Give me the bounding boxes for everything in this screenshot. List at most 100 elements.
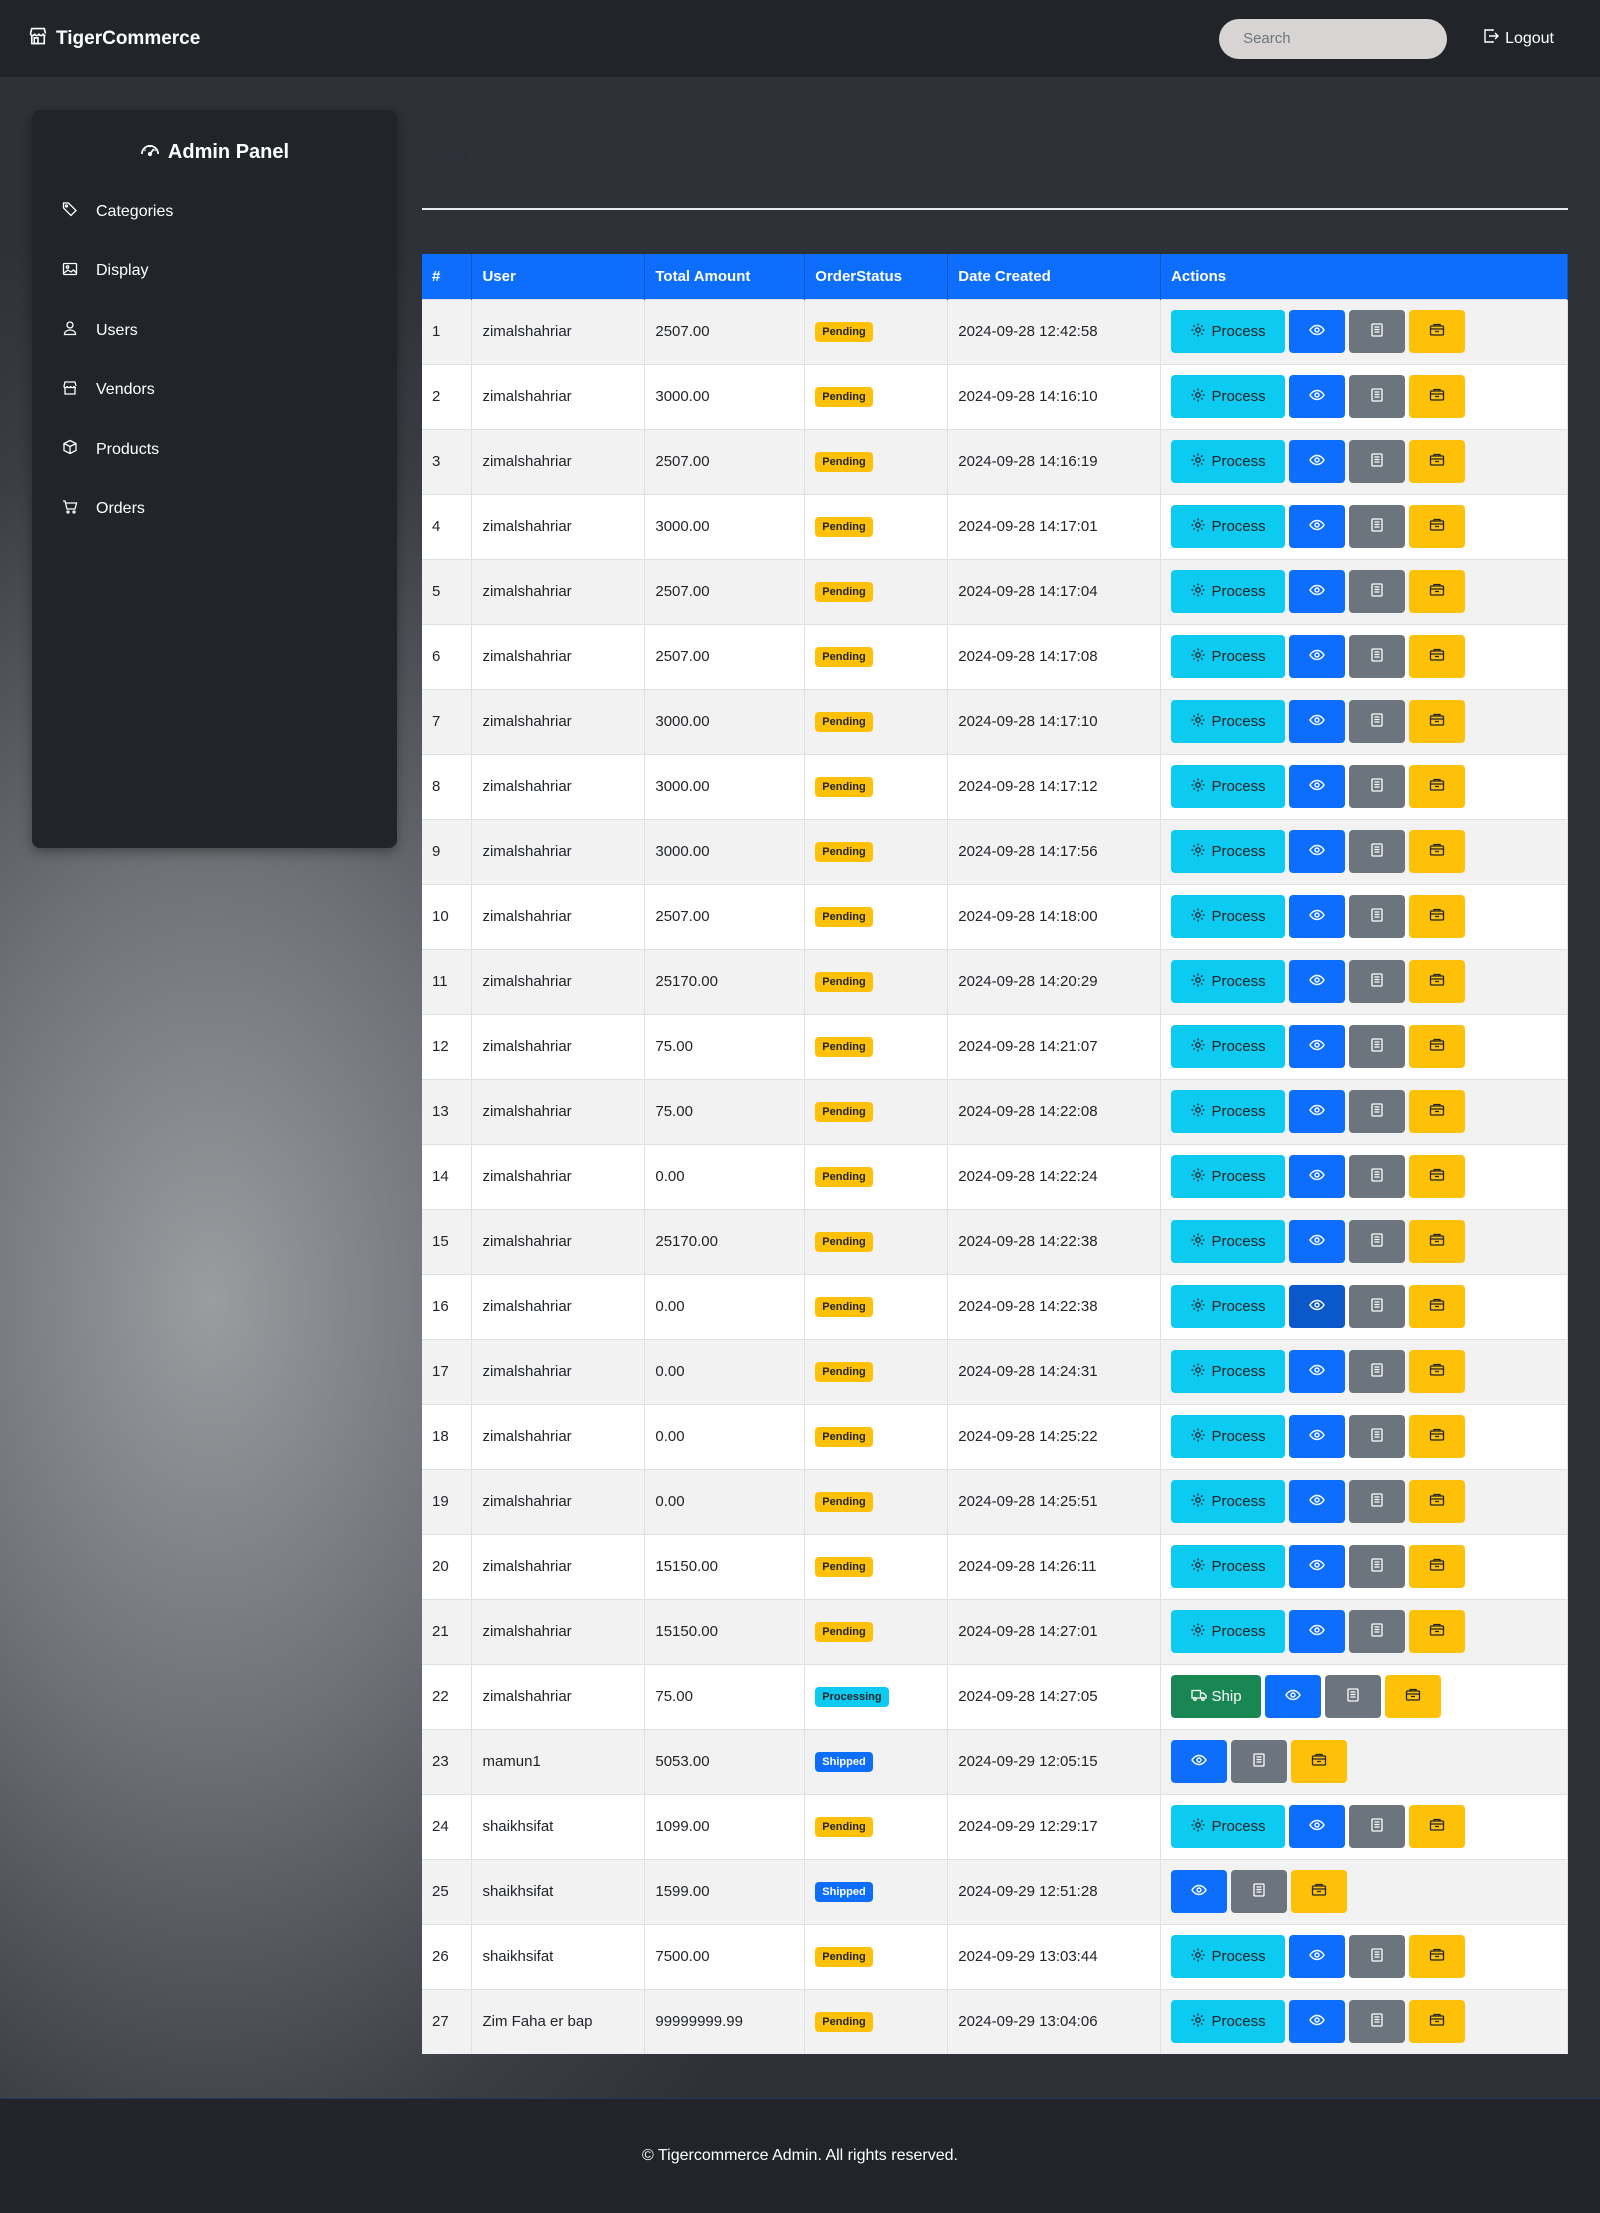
sidebar-item-products[interactable]: Products [32,420,397,480]
view-button[interactable] [1289,1805,1346,1848]
invoice-button[interactable] [1349,440,1406,483]
package-button[interactable] [1409,2000,1466,2044]
view-button[interactable] [1171,1740,1228,1783]
view-button[interactable] [1289,570,1346,613]
package-button[interactable] [1409,895,1466,938]
view-button[interactable] [1265,1675,1322,1718]
package-button[interactable] [1409,1805,1466,1848]
view-button[interactable] [1289,830,1346,873]
view-button[interactable] [1289,1025,1346,1068]
view-button[interactable] [1289,1220,1346,1263]
package-button[interactable] [1409,375,1466,418]
process-button[interactable]: Process [1171,700,1286,743]
package-button[interactable] [1409,765,1466,808]
process-button[interactable]: Process [1171,570,1286,613]
invoice-button[interactable] [1231,1740,1288,1783]
view-button[interactable] [1289,310,1346,353]
process-button[interactable]: Process [1171,1350,1286,1393]
process-button[interactable]: Process [1171,1545,1286,1588]
process-button[interactable]: Process [1171,1155,1286,1198]
invoice-button[interactable] [1349,1025,1406,1068]
sidebar-item-display[interactable]: Display [32,242,397,302]
package-button[interactable] [1409,830,1466,873]
invoice-button[interactable] [1349,1155,1406,1198]
package-button[interactable] [1409,1350,1466,1393]
invoice-button[interactable] [1349,765,1406,808]
process-button[interactable]: Process [1171,310,1286,353]
package-button[interactable] [1409,700,1466,743]
invoice-button[interactable] [1349,375,1406,418]
invoice-button[interactable] [1349,2000,1406,2044]
view-button[interactable] [1289,1610,1346,1653]
view-button[interactable] [1289,1415,1346,1458]
process-button[interactable]: Process [1171,1220,1286,1263]
package-button[interactable] [1409,505,1466,548]
package-button[interactable] [1409,1285,1466,1328]
view-button[interactable] [1289,1350,1346,1393]
invoice-button[interactable] [1349,1610,1406,1653]
package-button[interactable] [1409,1935,1466,1978]
package-button[interactable] [1409,635,1466,678]
view-button[interactable] [1289,960,1346,1003]
invoice-button[interactable] [1349,310,1406,353]
view-button[interactable] [1289,375,1346,418]
package-button[interactable] [1409,1610,1466,1653]
process-button[interactable]: Process [1171,1805,1286,1848]
process-button[interactable]: Process [1171,960,1286,1003]
process-button[interactable]: Process [1171,2000,1286,2044]
process-button[interactable]: Process [1171,635,1286,678]
package-button[interactable] [1409,960,1466,1003]
invoice-button[interactable] [1349,635,1406,678]
invoice-button[interactable] [1349,960,1406,1003]
invoice-button[interactable] [1349,1545,1406,1588]
view-button[interactable] [1289,1090,1346,1133]
view-button[interactable] [1289,505,1346,548]
sidebar-item-categories[interactable]: Categories [32,182,397,242]
invoice-button[interactable] [1349,1220,1406,1263]
invoice-button[interactable] [1325,1675,1382,1718]
package-button[interactable] [1409,1090,1466,1133]
view-button[interactable] [1289,1480,1346,1523]
view-button[interactable] [1289,700,1346,743]
invoice-button[interactable] [1349,1935,1406,1978]
invoice-button[interactable] [1349,1350,1406,1393]
process-button[interactable]: Process [1171,440,1286,483]
view-button[interactable] [1289,440,1346,483]
sidebar-item-vendors[interactable]: Vendors [32,361,397,421]
package-button[interactable] [1409,1545,1466,1588]
process-button[interactable]: Process [1171,765,1286,808]
ship-button[interactable]: Ship [1171,1675,1262,1718]
invoice-button[interactable] [1349,700,1406,743]
package-button[interactable] [1409,440,1466,483]
view-button[interactable] [1289,2000,1346,2044]
invoice-button[interactable] [1349,1415,1406,1458]
process-button[interactable]: Process [1171,1610,1286,1653]
process-button[interactable]: Process [1171,895,1286,938]
process-button[interactable]: Process [1171,1480,1286,1523]
process-button[interactable]: Process [1171,1415,1286,1458]
process-button[interactable]: Process [1171,1935,1286,1978]
invoice-button[interactable] [1349,1805,1406,1848]
view-button[interactable] [1289,1155,1346,1198]
view-button[interactable] [1289,1935,1346,1978]
view-button[interactable] [1289,1545,1346,1588]
view-button[interactable] [1289,1285,1346,1328]
package-button[interactable] [1385,1675,1442,1718]
view-button[interactable] [1171,1870,1228,1913]
package-button[interactable] [1409,310,1466,353]
package-button[interactable] [1409,1155,1466,1198]
logout-link[interactable]: Logout [1483,28,1554,49]
view-button[interactable] [1289,895,1346,938]
process-button[interactable]: Process [1171,505,1286,548]
package-button[interactable] [1291,1870,1348,1913]
invoice-button[interactable] [1349,1480,1406,1523]
view-button[interactable] [1289,765,1346,808]
process-button[interactable]: Process [1171,1090,1286,1133]
package-button[interactable] [1409,1025,1466,1068]
brand[interactable]: TigerCommerce [28,26,200,52]
sidebar-item-users[interactable]: Users [32,301,397,361]
view-button[interactable] [1289,635,1346,678]
process-button[interactable]: Process [1171,1025,1286,1068]
invoice-button[interactable] [1231,1870,1288,1913]
invoice-button[interactable] [1349,505,1406,548]
